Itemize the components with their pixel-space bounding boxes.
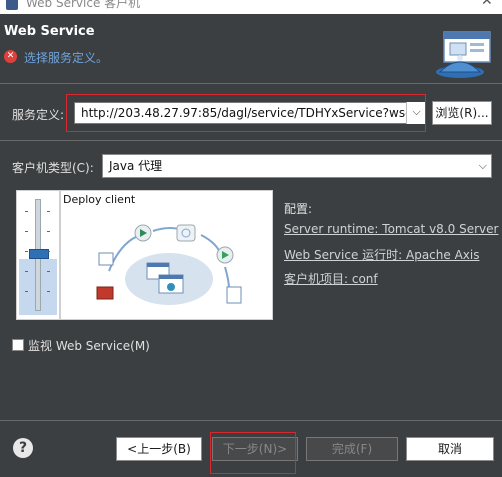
- slider-tick: [47, 291, 50, 292]
- app-icon: [6, 0, 18, 10]
- slider-tick: [47, 271, 50, 272]
- next-button[interactable]: 下一步(N)>: [212, 437, 298, 461]
- web-service-wizard-icon: [436, 31, 491, 78]
- deploy-client-diagram: Deploy client: [60, 190, 273, 320]
- slider-tick: [25, 291, 28, 292]
- client-type-select[interactable]: Java 代理 ⌵: [102, 154, 492, 178]
- window-titlebar: Web Service 客户机 ─ ✕: [0, 0, 502, 14]
- browse-button[interactable]: 浏览(R)...: [432, 101, 492, 125]
- error-message: 选择服务定义。: [24, 51, 109, 65]
- ws-runtime-link[interactable]: Web Service 运行时: Apache Axis: [284, 246, 479, 263]
- error-icon: ✕: [4, 50, 17, 63]
- server-runtime-link[interactable]: Server runtime: Tomcat v8.0 Server: [284, 222, 498, 236]
- cancel-button[interactable]: 取消: [406, 437, 494, 461]
- client-project-link[interactable]: 客户机项目: conf: [284, 270, 378, 287]
- wizard-header: Web Service ✕ 选择服务定义。: [0, 14, 502, 84]
- slider-tick: [47, 211, 50, 212]
- slider-tick: [25, 251, 28, 252]
- finish-button[interactable]: 完成(F): [306, 437, 398, 461]
- footer-divider: [0, 420, 502, 421]
- config-title: 配置:: [284, 202, 313, 216]
- service-definition-label: 服务定义:: [12, 108, 65, 122]
- divider: [0, 140, 502, 141]
- deploy-cycle-illustration: [96, 224, 242, 305]
- service-definition-input[interactable]: http://203.48.27.97:85/dagl/service/TDHY…: [74, 102, 426, 124]
- help-icon[interactable]: ?: [13, 438, 33, 458]
- chevron-down-icon: ⌵: [478, 159, 487, 172]
- page-title: Web Service: [4, 24, 95, 39]
- slider-thumb[interactable]: [29, 249, 49, 259]
- slider-tick: [47, 251, 50, 252]
- client-generation-slider[interactable]: [16, 190, 60, 320]
- monitor-label[interactable]: 监视 Web Service(M): [28, 337, 150, 354]
- slider-tick: [25, 271, 28, 272]
- client-type-value: Java 代理: [109, 159, 163, 173]
- minimize-icon[interactable]: ─: [432, 0, 440, 8]
- back-button[interactable]: <上一步(B): [116, 437, 202, 461]
- slider-tick: [25, 211, 28, 212]
- window-title: Web Service 客户机: [26, 0, 141, 10]
- close-icon[interactable]: ✕: [481, 0, 493, 9]
- client-type-label: 客户机类型(C):: [12, 161, 94, 175]
- service-dropdown-icon[interactable]: ⌵: [406, 102, 426, 124]
- slider-tick: [47, 231, 50, 232]
- slider-tick: [25, 231, 28, 232]
- monitor-checkbox[interactable]: [12, 339, 24, 351]
